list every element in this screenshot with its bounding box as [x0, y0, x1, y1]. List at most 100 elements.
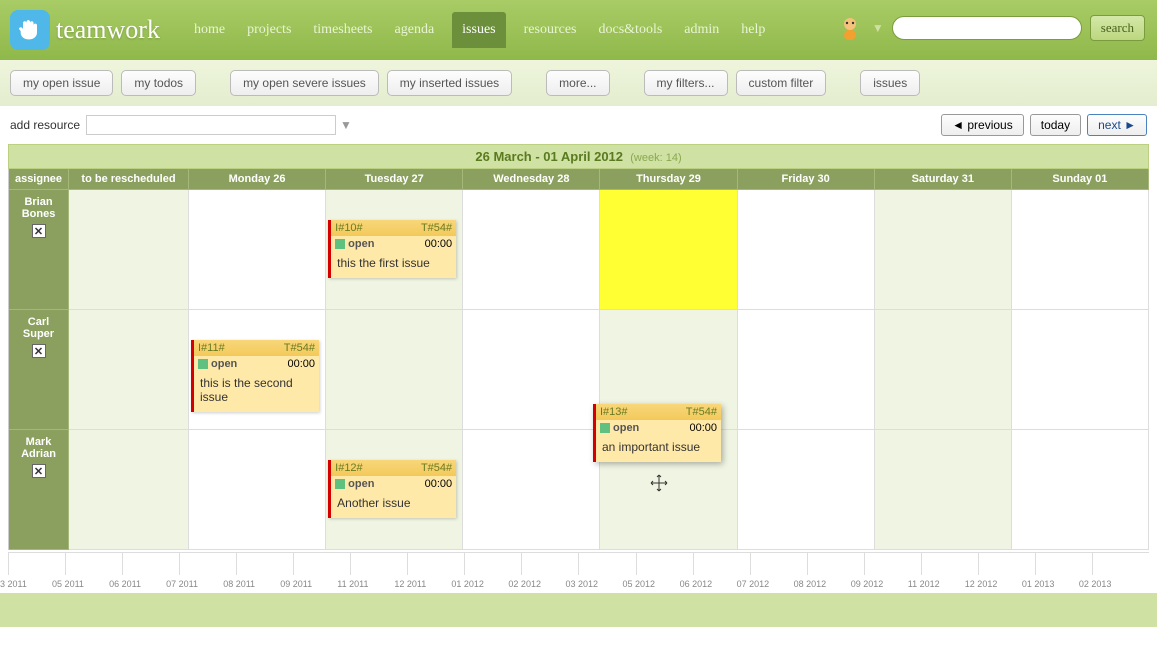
user-avatar-icon[interactable] [836, 14, 864, 42]
week-range: 26 March - 01 April 2012 [475, 149, 623, 164]
timeline-tick[interactable]: 11 2012 [921, 553, 978, 575]
nav-resources[interactable]: resources [520, 16, 581, 44]
timeline-tick[interactable]: 09 2011 [293, 553, 350, 575]
timeline-tick[interactable]: 12 2012 [978, 553, 1035, 575]
card-task: T#54# [421, 222, 452, 234]
filter-my-todos[interactable]: my todos [121, 70, 196, 96]
remove-assignee-button[interactable]: ✕ [32, 344, 46, 358]
card-time: 00:00 [689, 422, 717, 434]
timeline-tick[interactable]: 09 2012 [864, 553, 921, 575]
timeline-label: 11 2012 [908, 579, 940, 589]
cell-mark-sat[interactable] [875, 430, 1012, 550]
search-button[interactable]: search [1090, 15, 1145, 41]
timeline-tick[interactable]: 07 2012 [750, 553, 807, 575]
nav-home[interactable]: home [190, 16, 229, 44]
assignee-brian: Brian Bones ✕ [9, 190, 69, 310]
timeline-tick[interactable]: 06 2012 [693, 553, 750, 575]
nav-timesheets[interactable]: timesheets [309, 16, 376, 44]
cell-mark-wed[interactable] [463, 430, 600, 550]
nav-projects[interactable]: projects [243, 16, 295, 44]
timeline-tick[interactable]: 05 2012 [636, 553, 693, 575]
card-status: open [348, 238, 374, 250]
filter-severe-issues[interactable]: my open severe issues [230, 70, 379, 96]
timeline-label: 06 2011 [109, 579, 141, 589]
today-button[interactable]: today [1030, 114, 1081, 136]
cell-carl-sun[interactable] [1012, 310, 1149, 430]
filter-my-filters[interactable]: my filters... [644, 70, 728, 96]
nav-admin[interactable]: admin [680, 16, 723, 44]
cell-mark-fri[interactable] [738, 430, 875, 550]
cell-brian-sun[interactable] [1012, 190, 1149, 310]
week-number: (week: 14) [630, 152, 681, 164]
remove-assignee-button[interactable]: ✕ [32, 464, 46, 478]
filter-issues[interactable]: issues [860, 70, 920, 96]
nav-docs-tools[interactable]: docs&tools [595, 16, 667, 44]
timeline-tick[interactable]: 02 2012 [521, 553, 578, 575]
cell-carl-mon[interactable]: I#11#T#54# open00:00 this is the second … [189, 310, 326, 430]
timeline-tick[interactable]: 08 2012 [807, 553, 864, 575]
filter-custom[interactable]: custom filter [736, 70, 827, 96]
cell-brian-reschedule[interactable] [69, 190, 189, 310]
issue-card[interactable]: I#12#T#54# open00:00 Another issue [328, 460, 456, 518]
cell-brian-wed[interactable] [463, 190, 600, 310]
resource-dropdown-icon[interactable]: ▼ [340, 118, 352, 132]
filter-inserted-issues[interactable]: my inserted issues [387, 70, 512, 96]
timeline-tick[interactable]: 12 2011 [407, 553, 464, 575]
col-assignee: assignee [9, 169, 69, 190]
nav-agenda[interactable]: agenda [391, 16, 439, 44]
cell-brian-thu[interactable] [600, 190, 737, 310]
cell-mark-tue[interactable]: I#12#T#54# open00:00 Another issue [326, 430, 463, 550]
timeline-tick[interactable]: 06 2011 [122, 553, 179, 575]
cell-carl-fri[interactable] [738, 310, 875, 430]
timeline[interactable]: 03 201105 201106 201107 201108 201109 20… [8, 552, 1149, 575]
nav-help[interactable]: help [737, 16, 769, 44]
prev-week-button[interactable]: ◄ previous [941, 114, 1024, 136]
next-week-button[interactable]: next ► [1087, 114, 1147, 136]
timeline-tick[interactable]: 07 2011 [179, 553, 236, 575]
week-header: 26 March - 01 April 2012 (week: 14) [8, 144, 1149, 169]
cell-carl-reschedule[interactable] [69, 310, 189, 430]
card-text: this the first issue [331, 252, 456, 278]
timeline-tick[interactable]: 01 2012 [464, 553, 521, 575]
timeline-label: 08 2011 [223, 579, 255, 589]
nav-issues[interactable]: issues [452, 12, 505, 48]
add-resource-label: add resource [10, 118, 80, 132]
cell-mark-mon[interactable] [189, 430, 326, 550]
cell-carl-tue[interactable] [326, 310, 463, 430]
search-input[interactable] [892, 16, 1082, 40]
cell-carl-sat[interactable] [875, 310, 1012, 430]
issue-card[interactable]: I#11#T#54# open00:00 this is the second … [191, 340, 319, 412]
timeline-tick[interactable]: 11 2011 [350, 553, 407, 575]
status-dot-icon [600, 423, 610, 433]
timeline-label: 01 2013 [1022, 579, 1055, 589]
issue-card[interactable]: I#10#T#54# open00:00 this the first issu… [328, 220, 456, 278]
timeline-label: 12 2012 [965, 579, 998, 589]
remove-assignee-button[interactable]: ✕ [32, 224, 46, 238]
col-wed: Wednesday 28 [463, 169, 600, 190]
cell-mark-sun[interactable] [1012, 430, 1149, 550]
timeline-tick[interactable]: 08 2011 [236, 553, 293, 575]
col-sun: Sunday 01 [1012, 169, 1149, 190]
timeline-tick[interactable]: 01 2013 [1035, 553, 1092, 575]
dragging-issue-card[interactable]: I#13#T#54# open00:00 an important issue [593, 404, 723, 462]
card-status: open [348, 478, 374, 490]
top-bar: teamwork home projects timesheets agenda… [0, 0, 1157, 60]
filter-bar: my open issue my todos my open severe is… [0, 60, 1157, 106]
card-time: 00:00 [425, 238, 453, 250]
filter-more[interactable]: more... [546, 70, 609, 96]
cell-mark-reschedule[interactable] [69, 430, 189, 550]
cell-carl-wed[interactable] [463, 310, 600, 430]
timeline-label: 03 2011 [0, 579, 27, 589]
timeline-tick[interactable]: 02 2013 [1092, 553, 1149, 575]
add-resource-input[interactable] [86, 115, 336, 135]
user-menu-arrow-icon[interactable]: ▼ [872, 21, 884, 35]
cell-brian-mon[interactable] [189, 190, 326, 310]
cell-brian-tue[interactable]: I#10#T#54# open00:00 this the first issu… [326, 190, 463, 310]
cell-brian-sat[interactable] [875, 190, 1012, 310]
card-text: Another issue [331, 492, 456, 518]
timeline-tick[interactable]: 03 2012 [578, 553, 635, 575]
filter-my-open-issue[interactable]: my open issue [10, 70, 113, 96]
timeline-tick[interactable]: 03 2011 [8, 553, 65, 575]
cell-brian-fri[interactable] [738, 190, 875, 310]
timeline-tick[interactable]: 05 2011 [65, 553, 122, 575]
